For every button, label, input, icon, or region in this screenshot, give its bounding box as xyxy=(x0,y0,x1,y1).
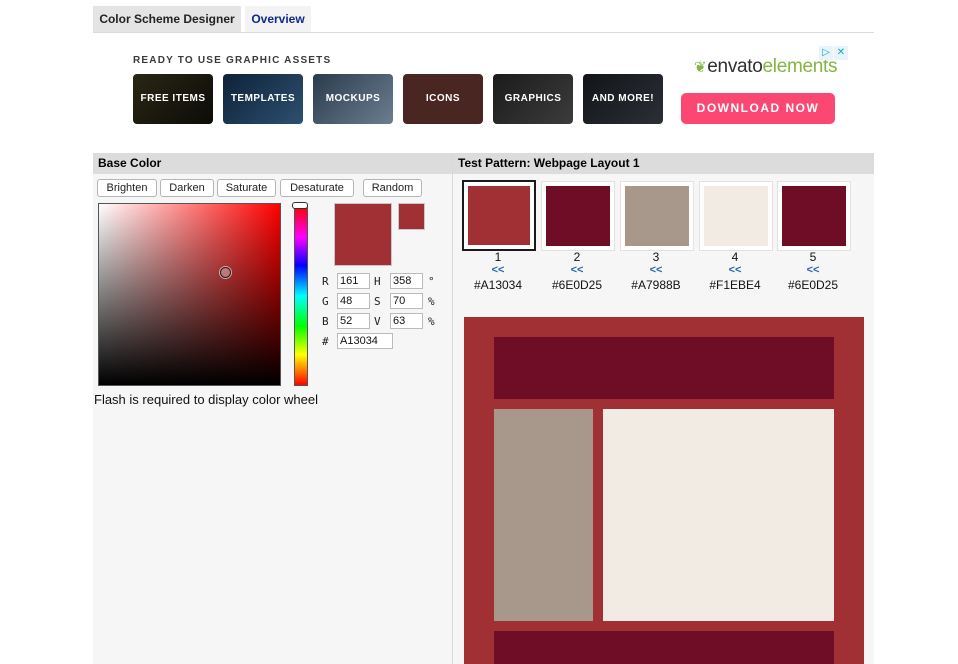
swatch-hex: #6E0D25 xyxy=(787,278,839,292)
preview-content-block xyxy=(603,409,834,621)
base-color-small-preview xyxy=(398,203,425,230)
g-label: G xyxy=(322,295,329,308)
s-percent-unit: % xyxy=(428,295,435,308)
swatch-color xyxy=(782,186,846,246)
swatch-color xyxy=(468,186,530,245)
swatch-number: 1 xyxy=(494,250,502,264)
r-input[interactable]: 161 xyxy=(337,273,370,289)
ad-tile-and-more[interactable]: AND MORE! xyxy=(583,74,663,124)
swatch-hex: #A13034 xyxy=(473,278,523,292)
brighten-button[interactable]: Brighten xyxy=(97,179,157,197)
swatch-set-base-link[interactable]: << xyxy=(462,264,534,276)
tab-overview[interactable]: Overview xyxy=(245,6,311,32)
b-input[interactable]: 52 xyxy=(337,313,370,329)
ad-heading: READY TO USE GRAPHIC ASSETS xyxy=(133,55,332,66)
swatch-number: 2 xyxy=(573,250,581,264)
ad-tile-free-items[interactable]: FREE ITEMS xyxy=(133,74,213,124)
hex-input[interactable]: A13034 xyxy=(337,333,393,349)
hue-slider-handle[interactable] xyxy=(292,202,308,209)
swatch-color xyxy=(546,186,610,246)
scheme-swatch-4[interactable] xyxy=(699,181,773,251)
darken-button[interactable]: Darken xyxy=(160,179,214,197)
swatch-hex: #A7988B xyxy=(631,278,681,292)
ad-tile-mockups[interactable]: MOCKUPS xyxy=(313,74,393,124)
scheme-swatch-1[interactable] xyxy=(462,180,536,251)
scheme-swatch-3[interactable] xyxy=(620,181,694,251)
tab-color-scheme-designer[interactable]: Color Scheme Designer xyxy=(93,6,241,32)
swatch-hex: #6E0D25 xyxy=(551,278,603,292)
preview-footer-block xyxy=(494,631,834,664)
swatch-number: 3 xyxy=(652,250,660,264)
test-pattern-title: Test Pattern: Webpage Layout 1 xyxy=(453,153,874,174)
s-input[interactable]: 70 xyxy=(390,293,423,309)
v-label: V xyxy=(374,315,381,328)
picker-cursor[interactable] xyxy=(220,267,231,278)
b-label: B xyxy=(322,315,329,328)
tab-bar-divider xyxy=(93,32,874,33)
r-label: R xyxy=(322,275,329,288)
scheme-swatch-5[interactable] xyxy=(777,181,851,251)
webpage-layout-preview xyxy=(464,317,864,664)
swatch-hex: #F1EBE4 xyxy=(709,278,761,292)
preview-header-block xyxy=(494,337,834,399)
saturate-button[interactable]: Saturate xyxy=(217,179,276,197)
saturation-value-picker[interactable] xyxy=(98,203,281,386)
swatch-color xyxy=(704,186,768,246)
h-label: H xyxy=(374,275,381,288)
ad-tile-templates[interactable]: TEMPLATES xyxy=(223,74,303,124)
degree-unit: ° xyxy=(428,275,435,288)
base-color-preview xyxy=(334,203,392,266)
v-percent-unit: % xyxy=(428,315,435,328)
desaturate-button[interactable]: Desaturate xyxy=(280,179,354,197)
swatch-number: 4 xyxy=(731,250,739,264)
g-input[interactable]: 48 xyxy=(337,293,370,309)
leaf-icon: ❦ xyxy=(694,59,707,76)
swatch-set-base-link[interactable]: << xyxy=(620,264,692,276)
swatch-set-base-link[interactable]: << xyxy=(541,264,613,276)
ad-tile-graphics[interactable]: GRAPHICS xyxy=(493,74,573,124)
base-color-title: Base Color xyxy=(93,153,452,174)
random-button[interactable]: Random xyxy=(363,179,422,197)
adchoices-icon[interactable]: ▷ xyxy=(819,46,833,60)
hue-slider[interactable] xyxy=(294,206,308,386)
swatch-set-base-link[interactable]: << xyxy=(777,264,849,276)
ad-tile-icons[interactable]: ICONS xyxy=(403,74,483,124)
v-input[interactable]: 63 xyxy=(390,313,423,329)
envato-elements-logo[interactable]: ❦envatoelements xyxy=(694,56,838,78)
download-now-button[interactable]: DOWNLOAD NOW xyxy=(681,93,835,124)
logo-envato-text: envato xyxy=(707,56,763,77)
swatch-color xyxy=(625,186,689,246)
h-input[interactable]: 358 xyxy=(390,273,423,289)
scheme-swatch-2[interactable] xyxy=(541,181,615,251)
swatch-number: 5 xyxy=(809,250,817,264)
flash-required-note: Flash is required to display color wheel xyxy=(94,392,318,407)
s-label: S xyxy=(374,295,381,308)
swatch-set-base-link[interactable]: << xyxy=(699,264,771,276)
ad-close-icon[interactable]: ✕ xyxy=(834,46,848,60)
preview-sidebar-block xyxy=(494,409,593,621)
hex-label: # xyxy=(322,335,329,348)
